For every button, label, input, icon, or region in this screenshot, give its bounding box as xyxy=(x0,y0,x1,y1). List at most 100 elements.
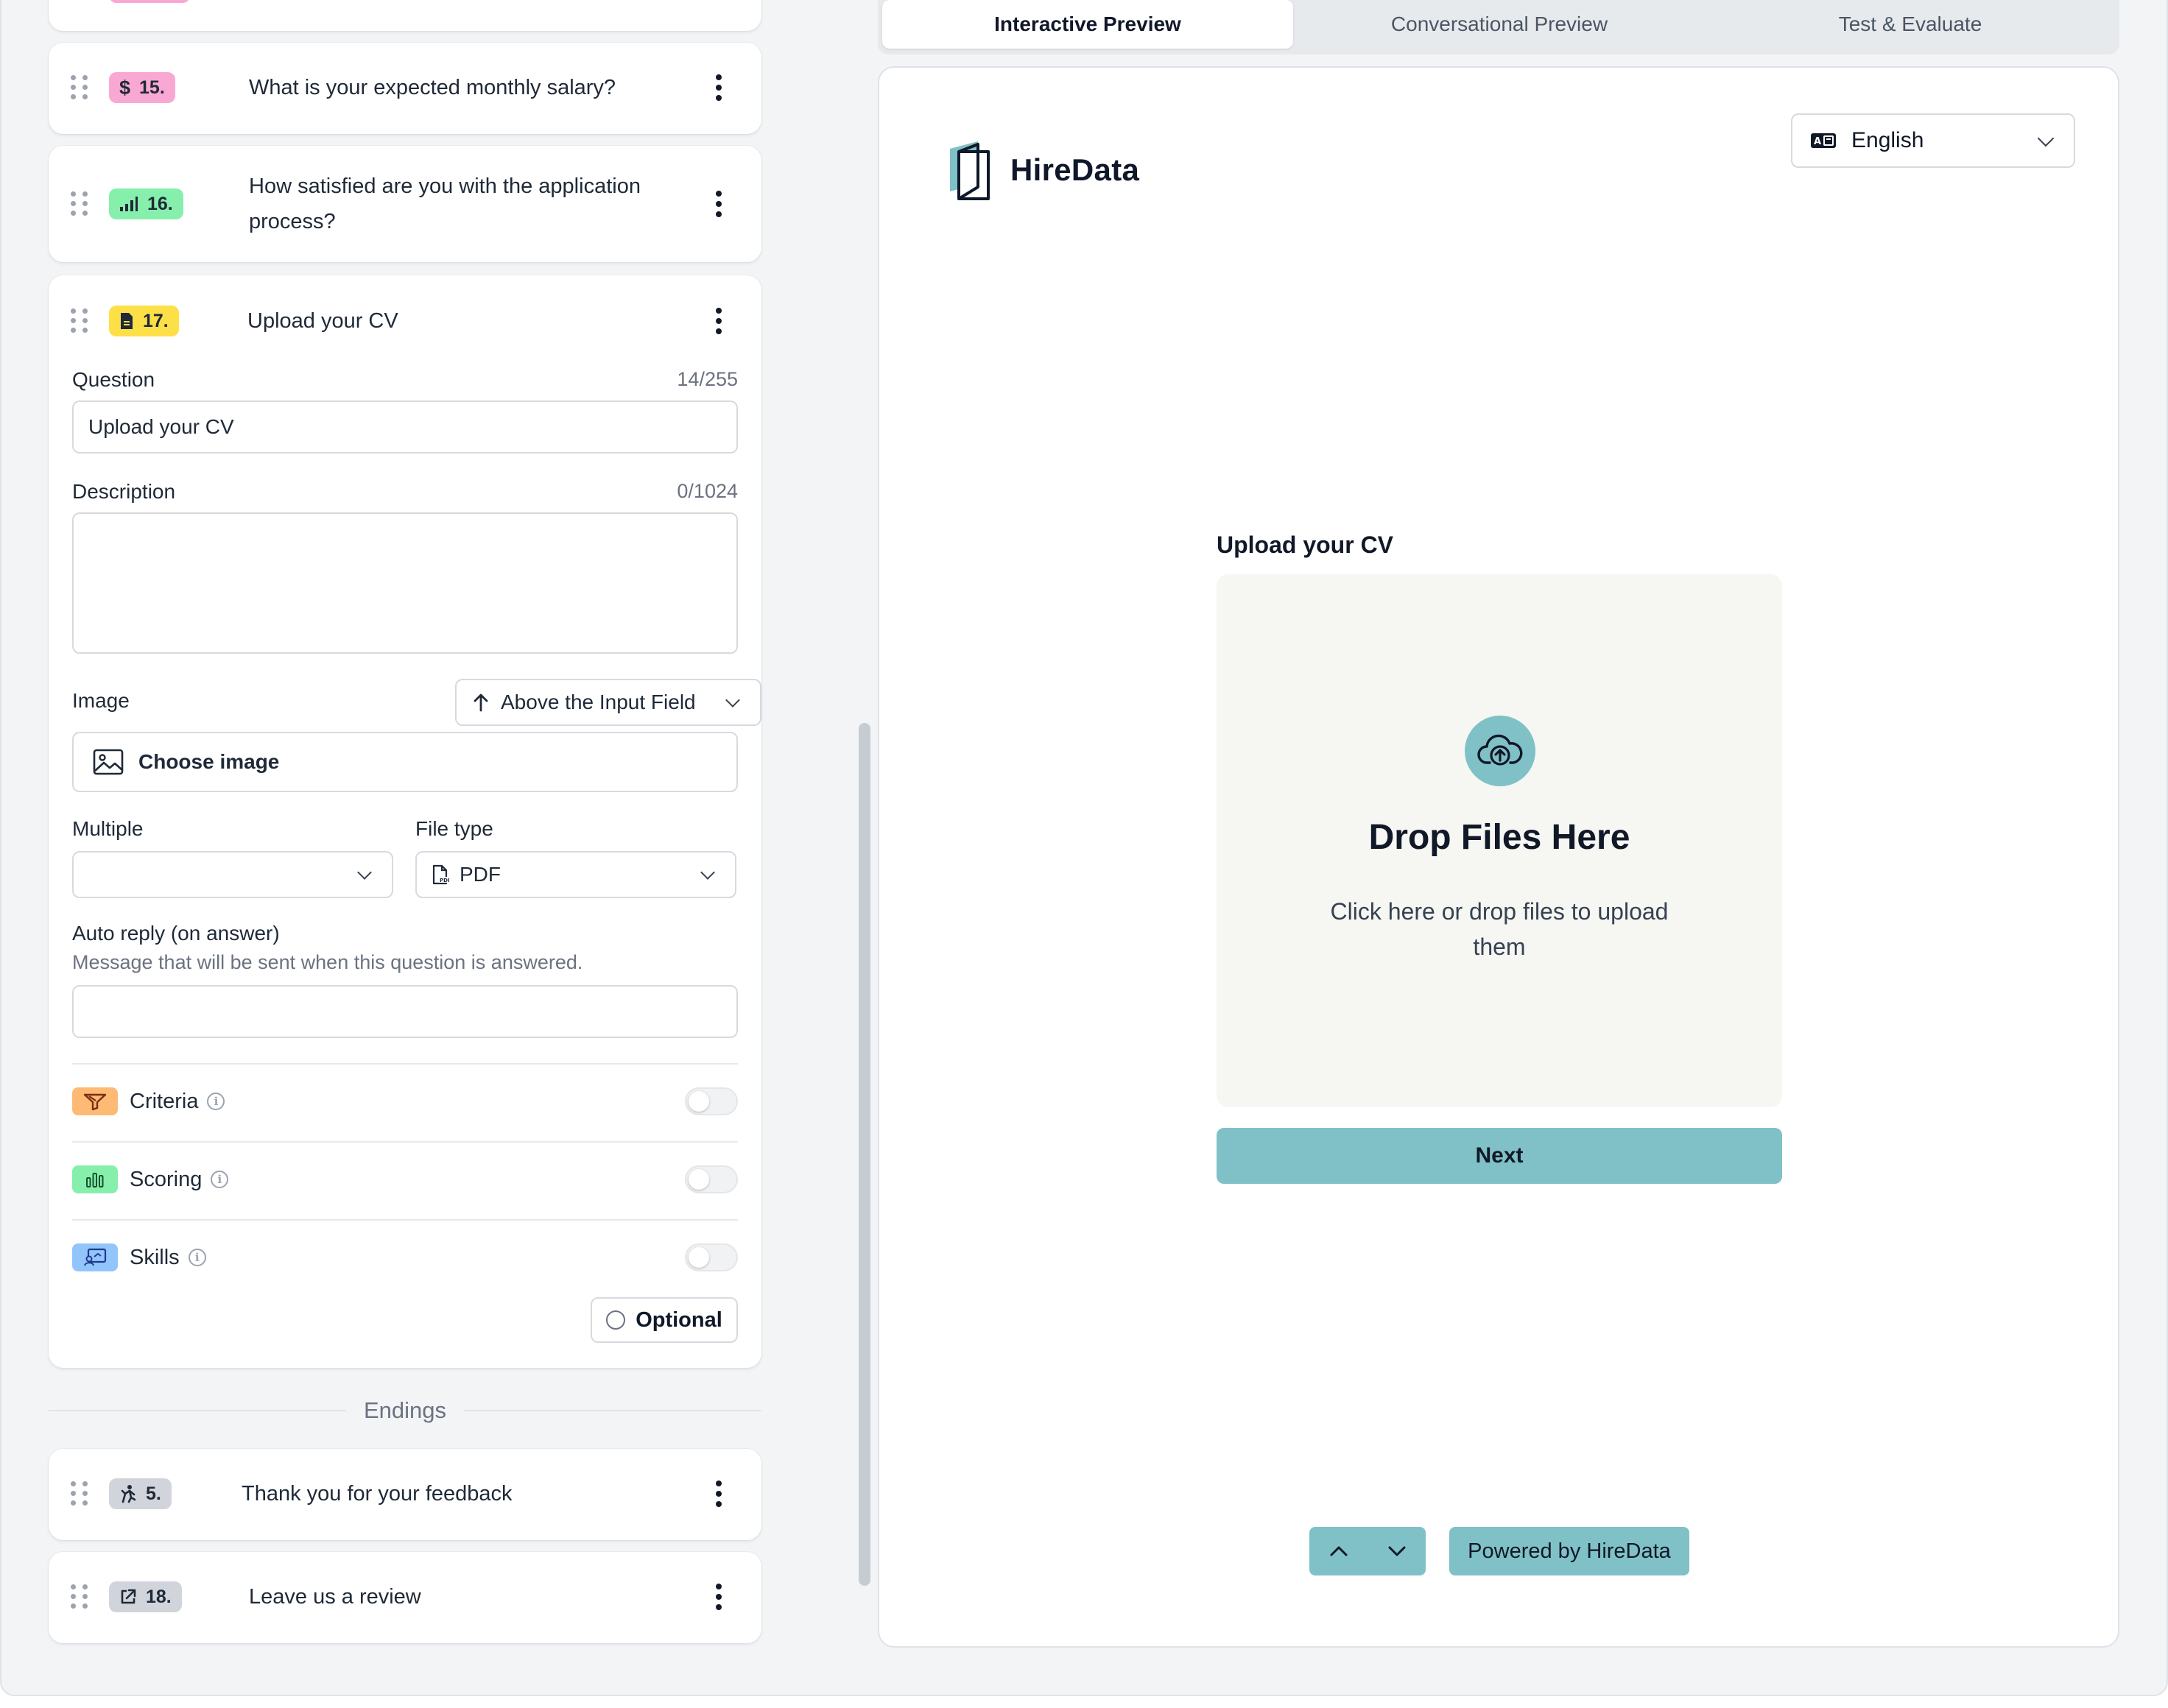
choose-image-label: Choose image xyxy=(138,750,280,773)
criteria-switch[interactable] xyxy=(685,1087,738,1115)
drag-handle-icon[interactable] xyxy=(71,191,88,216)
question-label: Question xyxy=(72,368,155,391)
hiredata-logo-icon xyxy=(950,141,990,200)
ending-card[interactable]: 5. Thank you for your feedback xyxy=(49,1449,761,1540)
dollar-icon: $ xyxy=(119,76,131,99)
scoring-switch[interactable] xyxy=(685,1165,738,1193)
scoring-toggle-row[interactable]: Scoring i xyxy=(72,1157,738,1201)
ending-card[interactable]: 18. Leave us a review xyxy=(49,1552,761,1643)
divider xyxy=(464,1410,761,1411)
optional-label: Optional xyxy=(636,1308,722,1332)
question-heading: Upload your CV xyxy=(1217,532,1394,558)
more-options-icon[interactable] xyxy=(714,308,723,334)
tab-conversational-preview[interactable]: Conversational Preview xyxy=(1295,0,1704,49)
previous-question-button[interactable] xyxy=(1309,1527,1368,1575)
chevron-down-icon xyxy=(725,693,740,707)
file-dropzone[interactable]: Drop Files Here Click here or drop files… xyxy=(1217,574,1782,1107)
divider xyxy=(49,1410,346,1411)
more-options-icon[interactable] xyxy=(714,191,723,217)
question-row[interactable]: $ 15. What is your expected monthly sala… xyxy=(49,43,761,133)
optional-toggle-button[interactable]: Optional xyxy=(591,1297,738,1343)
brand-logo: HireData xyxy=(948,140,1139,200)
more-options-icon[interactable] xyxy=(714,1481,723,1507)
file-type-select[interactable]: PDF PDF xyxy=(415,851,736,898)
skills-toggle-row[interactable]: Skills i xyxy=(72,1235,738,1280)
drag-handle-icon[interactable] xyxy=(71,75,88,100)
info-icon[interactable]: i xyxy=(207,1093,225,1110)
question-title: What is your expected monthly salary? xyxy=(249,76,616,99)
signal-bars-icon xyxy=(120,197,138,211)
cloud-upload-icon xyxy=(1465,716,1535,786)
description-textarea[interactable] xyxy=(72,512,738,654)
language-select[interactable]: A English xyxy=(1791,113,2075,168)
drop-files-subtitle: Click here or drop files to upload them xyxy=(1330,898,1669,960)
info-icon[interactable]: i xyxy=(211,1171,229,1188)
skills-icon xyxy=(72,1243,118,1271)
criteria-toggle-row[interactable]: Criteria i xyxy=(72,1079,738,1123)
scoring-label: Scoring xyxy=(130,1167,203,1191)
skills-switch[interactable] xyxy=(685,1243,738,1271)
question-row[interactable]: 16. How satisfied are you with the appli… xyxy=(49,146,761,262)
question-number: 17. xyxy=(143,310,169,331)
question-char-counter: 14/255 xyxy=(677,368,738,390)
more-options-icon[interactable] xyxy=(714,74,723,101)
scrollbar-thumb[interactable] xyxy=(859,723,870,1586)
endings-heading: Endings xyxy=(363,1397,447,1423)
chevron-down-icon xyxy=(357,865,372,880)
next-button[interactable]: Next xyxy=(1217,1128,1782,1184)
auto-reply-input[interactable] xyxy=(72,985,738,1038)
image-position-select[interactable]: Above the Input Field xyxy=(455,679,761,726)
svg-text:A: A xyxy=(1814,136,1821,147)
question-card[interactable]: 16. How satisfied are you with the appli… xyxy=(49,146,761,262)
arrow-up-icon xyxy=(474,694,488,712)
next-question-button[interactable] xyxy=(1368,1527,1426,1575)
multiple-select[interactable] xyxy=(72,851,393,898)
question-badge: 16. xyxy=(109,188,183,219)
ending-row[interactable]: 18. Leave us a review xyxy=(49,1552,761,1642)
image-label: Image xyxy=(72,689,130,712)
question-number: 15. xyxy=(139,77,165,98)
language-value: English xyxy=(1851,128,1924,152)
more-options-icon[interactable] xyxy=(714,1584,723,1610)
question-row[interactable]: 17. Upload your CV xyxy=(49,275,761,367)
question-card-partial[interactable] xyxy=(49,0,761,31)
preview-tabs: Interactive Preview Conversational Previ… xyxy=(878,0,2119,54)
chevron-up-icon xyxy=(1330,1546,1347,1556)
tab-test-evaluate[interactable]: Test & Evaluate xyxy=(1706,0,2115,49)
image-position-value: Above the Input Field xyxy=(501,691,696,713)
question-input[interactable]: Upload your CV xyxy=(72,400,738,454)
ending-badge: 18. xyxy=(109,1581,182,1612)
language-icon: A xyxy=(1811,133,1836,148)
form-builder-panel: $ 15. What is your expected monthly sala… xyxy=(0,0,859,1708)
chevron-down-icon xyxy=(1388,1546,1405,1556)
powered-by-badge[interactable]: Powered by HireData xyxy=(1449,1527,1689,1575)
question-title: How satisfied are you with the applicati… xyxy=(249,174,641,233)
ending-title: Leave us a review xyxy=(249,1585,421,1609)
divider xyxy=(72,1063,738,1065)
ending-row[interactable]: 5. Thank you for your feedback xyxy=(49,1449,761,1539)
drop-files-title: Drop Files Here xyxy=(1368,818,1630,857)
question-card-expanded[interactable]: 17. Upload your CV Question 14/255 Uploa… xyxy=(49,275,761,1368)
criteria-label: Criteria xyxy=(130,1089,199,1113)
info-icon[interactable]: i xyxy=(188,1249,206,1266)
drag-handle-icon[interactable] xyxy=(71,308,88,334)
brand-name: HireData xyxy=(1010,152,1140,187)
choose-image-button[interactable]: Choose image xyxy=(72,732,738,792)
filter-icon xyxy=(72,1087,118,1115)
description-char-counter: 0/1024 xyxy=(677,480,738,502)
drag-handle-icon[interactable] xyxy=(71,1481,88,1506)
drag-handle-icon[interactable] xyxy=(71,1584,88,1609)
file-icon xyxy=(121,313,133,329)
question-card[interactable]: $ 15. What is your expected monthly sala… xyxy=(49,43,761,134)
image-icon xyxy=(93,749,124,775)
divider xyxy=(72,1141,738,1143)
tab-interactive-preview[interactable]: Interactive Preview xyxy=(882,0,1293,49)
description-label: Description xyxy=(72,480,176,503)
file-type-value: PDF xyxy=(460,863,501,886)
auto-reply-label: Auto reply (on answer) xyxy=(72,922,280,945)
auto-reply-help-text: Message that will be sent when this ques… xyxy=(72,951,583,973)
ending-number: 5. xyxy=(146,1483,161,1504)
multiple-label: Multiple xyxy=(72,817,144,840)
external-link-icon xyxy=(121,1589,136,1604)
radio-circle-icon xyxy=(606,1310,626,1330)
